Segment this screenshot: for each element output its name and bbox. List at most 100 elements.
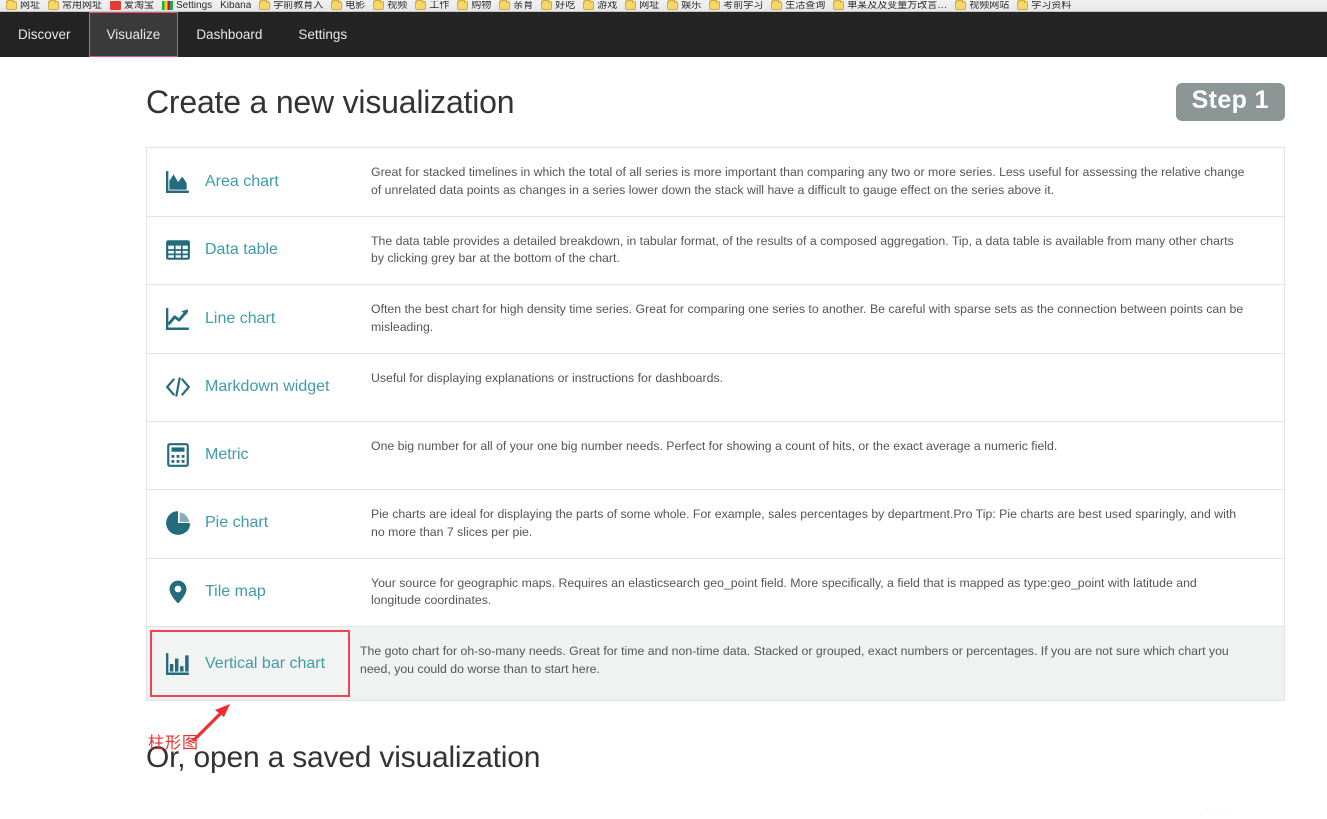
footer-ghost-text: · · · · [1200, 809, 1234, 819]
red-square-icon [110, 1, 121, 10]
annotation-label: 柱形图 [148, 733, 200, 752]
viz-type-link[interactable]: Pie chart [147, 490, 361, 557]
metric-calculator-icon [165, 442, 191, 468]
browser-bookmark-bar[interactable]: 网址 常用网址 爱淘宝 Settings Kibana 学前教育入 电影 视频 工作 购物 亲育 好吃… [0, 0, 1327, 12]
folder-icon [667, 0, 679, 10]
viz-type-name: Vertical bar chart [205, 654, 326, 672]
viz-type-row[interactable]: Metric One big number for all of your one… [147, 422, 1284, 490]
viz-type-description: Great for stacked timelines in which the… [371, 165, 1245, 197]
viz-type-description: Pie charts are ideal for displaying the … [371, 506, 1237, 539]
bookmark-item[interactable]: 学习资料 [1013, 0, 1075, 11]
folder-icon [541, 0, 553, 10]
bookmark-label: 生活查询 [785, 0, 826, 11]
bookmark-item[interactable]: 单某及及变量方改言… [829, 0, 951, 11]
nav-tab-settings[interactable]: Settings [280, 12, 365, 57]
rainbow-icon [162, 1, 173, 10]
bookmark-item[interactable]: 网址 [2, 0, 44, 11]
step-badge: Step 1 [1175, 82, 1285, 122]
bookmark-item[interactable]: 学前教育入 [255, 0, 327, 11]
bookmark-item[interactable]: 视频 [369, 0, 411, 11]
bookmark-label: 网址 [20, 0, 40, 11]
nav-tab-visualize[interactable]: Visualize [88, 12, 179, 57]
bookmark-label: 视频 [387, 0, 408, 11]
bookmark-item[interactable]: 购物 [453, 0, 495, 11]
viz-type-row[interactable]: Tile map Your source for geographic maps.… [147, 559, 1284, 628]
bookmark-label: 学前教育入 [273, 0, 324, 11]
viz-type-link[interactable]: Line chart [147, 285, 361, 352]
bookmark-label: 视频网站 [969, 0, 1010, 11]
bookmark-label: Settings [176, 0, 213, 11]
viz-type-row[interactable]: Markdown widget Useful for displaying exp… [147, 354, 1284, 422]
bookmark-label: 学习资料 [1031, 0, 1072, 11]
viz-type-link[interactable]: Data table [147, 217, 361, 284]
bookmark-item[interactable]: 娱乐 [663, 0, 705, 11]
kibana-top-navbar: Discover Visualize Dashboard Settings [0, 12, 1327, 57]
bookmark-item[interactable]: 爱淘宝 [106, 0, 158, 11]
viz-type-name: Line chart [205, 309, 276, 327]
pie-chart-icon [165, 510, 191, 536]
bookmark-item[interactable]: Settings [158, 0, 216, 11]
map-pin-icon [165, 579, 191, 605]
bookmark-label: 娱乐 [681, 0, 702, 11]
visualization-type-list: Area chart Great for stacked timelines in… [146, 147, 1285, 702]
viz-type-name: Markdown widget [205, 378, 330, 396]
viz-type-name: Area chart [205, 172, 279, 190]
folder-icon [373, 0, 385, 10]
data-table-icon [165, 237, 191, 263]
viz-type-name: Tile map [205, 583, 266, 601]
bookmark-item[interactable]: 好吃 [537, 0, 579, 11]
markdown-code-icon [165, 374, 191, 400]
viz-type-description: The goto chart for oh-so-many needs. Gre… [360, 644, 1229, 677]
bookmark-label: 考前学习 [723, 0, 764, 11]
folder-icon [625, 0, 637, 10]
bookmark-item[interactable]: 游戏 [579, 0, 621, 11]
bookmark-label: 网址 [639, 0, 660, 11]
bookmark-item[interactable]: 网址 [621, 0, 663, 11]
viz-type-row[interactable]: Area chart Great for stacked timelines in… [147, 148, 1284, 217]
viz-type-link[interactable]: Metric [147, 422, 361, 489]
folder-icon [331, 0, 343, 10]
folder-icon [833, 0, 845, 10]
viz-type-row[interactable]: Vertical bar chart The goto chart for oh-… [147, 627, 1284, 702]
bookmark-item[interactable]: 考前学习 [705, 0, 767, 11]
nav-tab-dashboard[interactable]: Dashboard [178, 12, 280, 57]
content-container: Create a new visualization Step 1 Area c… [146, 57, 1285, 775]
viz-type-name: Pie chart [205, 514, 269, 532]
folder-icon [259, 0, 271, 10]
bookmark-item[interactable]: 视频网站 [951, 0, 1013, 11]
viz-type-row[interactable]: Pie chart Pie charts are ideal for displa… [147, 490, 1284, 559]
bookmark-label: 常用网址 [62, 0, 102, 11]
bookmark-item[interactable]: 生活查询 [767, 0, 829, 11]
bookmark-item[interactable]: 工作 [411, 0, 453, 11]
viz-type-description: One big number for all of your one big n… [371, 438, 1058, 453]
headline-row: Create a new visualization Step 1 [146, 57, 1285, 147]
viz-type-description: Useful for displaying explanations or in… [371, 370, 724, 385]
saved-visualization-title: Or, open a saved visualization [146, 741, 541, 775]
nav-tab-discover[interactable]: Discover [0, 12, 89, 57]
bookmark-item[interactable]: 常用网址 [44, 0, 106, 11]
folder-icon [1017, 0, 1029, 10]
viz-type-link[interactable]: Markdown widget [147, 354, 361, 421]
folder-icon [955, 0, 967, 10]
viz-type-name: Metric [205, 446, 249, 464]
bookmark-item[interactable]: 亲育 [495, 0, 537, 11]
bookmark-label: 单某及及变量方改言… [847, 0, 948, 11]
bookmark-label: 游戏 [597, 0, 618, 11]
viz-type-row[interactable]: Data table The data table provides a deta… [147, 217, 1284, 286]
folder-icon [415, 0, 427, 10]
viz-type-name: Data table [205, 241, 278, 259]
viz-type-description: Your source for geographic maps. Require… [371, 575, 1197, 608]
viz-type-link[interactable]: Area chart [147, 148, 361, 215]
bookmark-item[interactable]: Kibana [216, 0, 255, 11]
bookmark-label: 好吃 [555, 0, 576, 11]
area-chart-icon [165, 169, 191, 195]
line-chart-icon [165, 306, 191, 332]
bookmark-label: 购物 [471, 0, 492, 11]
bookmark-label: 电影 [345, 0, 366, 11]
viz-type-link[interactable]: Vertical bar chart [150, 630, 350, 698]
folder-icon [457, 0, 469, 10]
viz-type-row[interactable]: Line chart Often the best chart for high … [147, 285, 1284, 354]
bookmark-item[interactable]: 电影 [327, 0, 369, 11]
viz-type-link[interactable]: Tile map [147, 559, 361, 626]
folder-icon [583, 0, 595, 10]
